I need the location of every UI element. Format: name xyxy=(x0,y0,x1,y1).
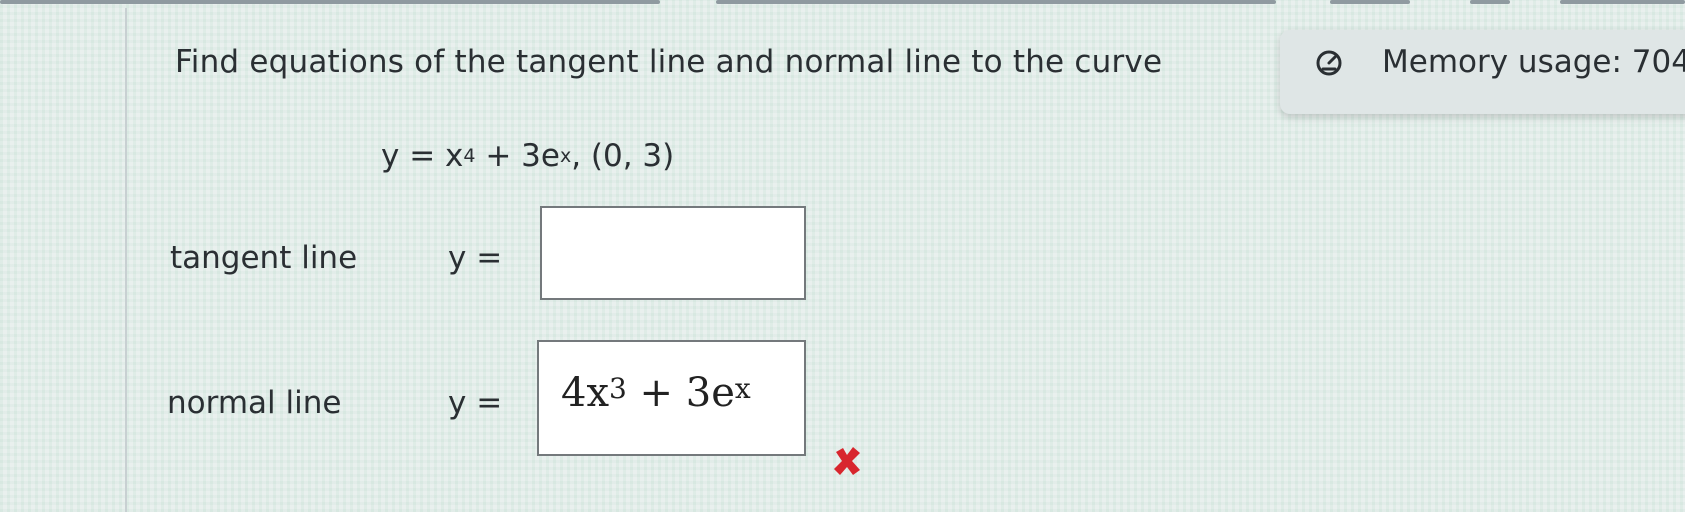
memory-usage-text: Memory usage: 704 xyxy=(1382,44,1685,80)
page: Find equations of the tangent line and n… xyxy=(0,0,1685,512)
normal-answer-value: 4x3 + 3ex xyxy=(561,370,751,416)
equation-middle: + 3e xyxy=(475,138,560,174)
curve-equation: y = x4 + 3ex, (0, 3) xyxy=(381,138,674,174)
gauge-icon xyxy=(1316,50,1342,76)
normal-answer-input[interactable]: 4x3 + 3ex xyxy=(537,340,806,456)
content-left-border xyxy=(125,8,127,512)
tangent-line-label: tangent line xyxy=(170,240,358,276)
equation-exponent-x: x xyxy=(559,145,572,167)
equation-exponent-4: 4 xyxy=(463,145,476,167)
normal-equals: y = xyxy=(448,385,503,421)
memory-usage-panel: Memory usage: 704 xyxy=(1280,30,1685,114)
tangent-answer-input[interactable] xyxy=(540,206,806,300)
tangent-equals: y = xyxy=(448,240,503,276)
normal-line-label: normal line xyxy=(167,385,342,421)
x-mark-icon xyxy=(834,447,860,475)
top-scroll-indicators xyxy=(0,0,1685,8)
equation-lhs: y = x xyxy=(381,138,464,174)
answer-base: 4x xyxy=(561,370,610,416)
answer-exponent-3: 3 xyxy=(609,372,627,405)
question-text: Find equations of the tangent line and n… xyxy=(175,44,1163,80)
answer-middle: + 3e xyxy=(626,370,735,416)
equation-point: , (0, 3) xyxy=(571,138,675,174)
answer-exponent-x: x xyxy=(734,372,751,405)
